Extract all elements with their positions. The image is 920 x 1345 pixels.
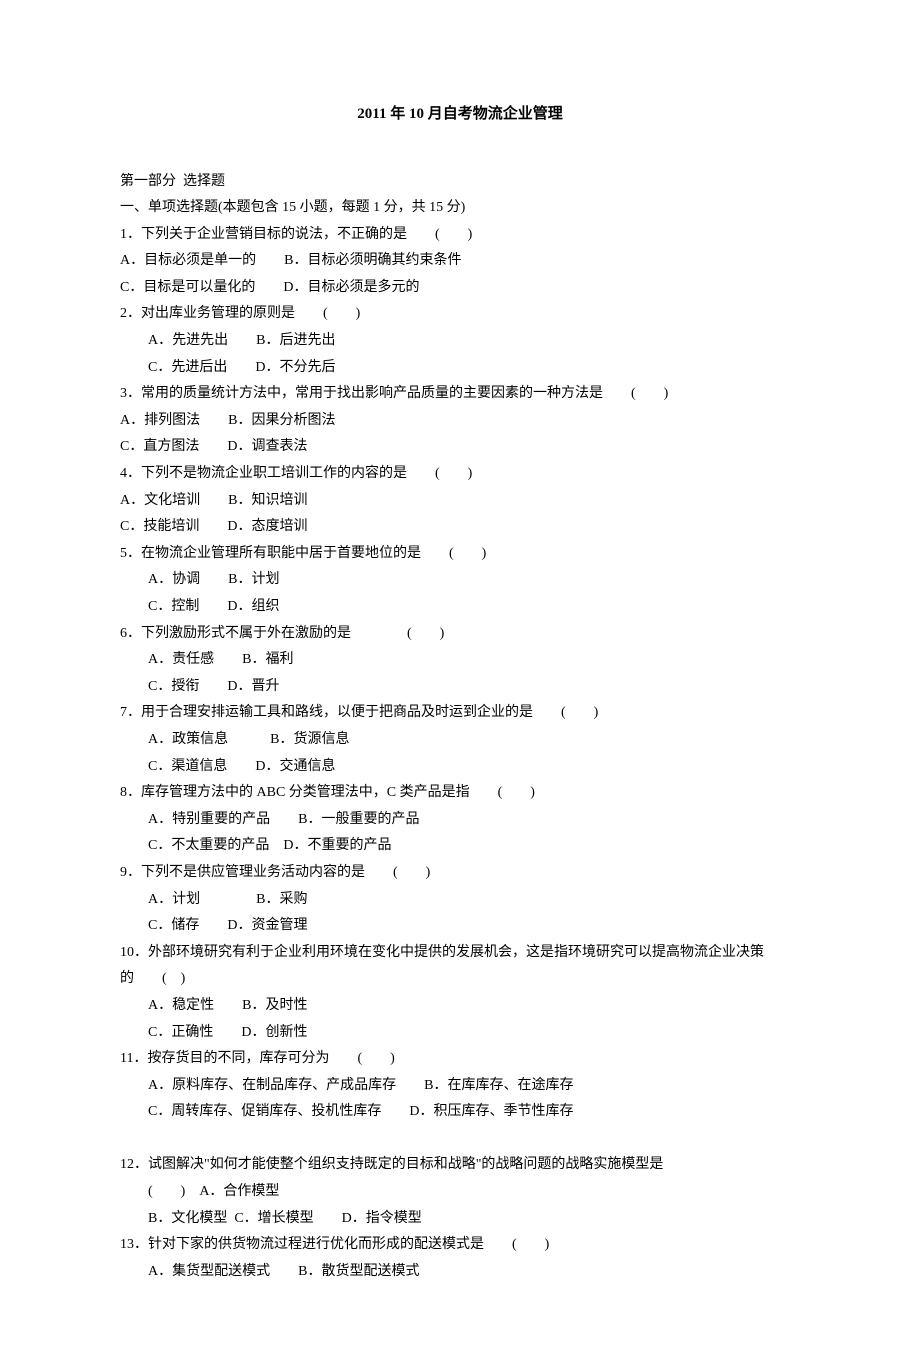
q7-opts-2: C．渠道信息 D．交通信息 [120, 754, 800, 781]
q13-opts-1: A．集货型配送模式 B．散货型配送模式 [120, 1259, 800, 1286]
spacer [120, 1126, 800, 1153]
q10-stem-1: 10．外部环境研究有利于企业利用环境在变化中提供的发展机会，这是指环境研究可以提… [120, 940, 800, 967]
q3-opts-2: C．直方图法 D．调查表法 [120, 434, 800, 461]
q8-opts-1: A．特别重要的产品 B．一般重要的产品 [120, 807, 800, 834]
q5-opts-2: C．控制 D．组织 [120, 594, 800, 621]
q7-stem: 7．用于合理安排运输工具和路线，以便于把商品及时运到企业的是 ( ) [120, 700, 800, 727]
q10-stem-2: 的 ( ) [120, 966, 800, 993]
q3-stem: 3．常用的质量统计方法中，常用于找出影响产品质量的主要因素的一种方法是 ( ) [120, 381, 800, 408]
section1-header: 一、单项选择题(本题包含 15 小题，每题 1 分，共 15 分) [120, 195, 800, 222]
q1-opts-1: A．目标必须是单一的 B．目标必须明确其约束条件 [120, 248, 800, 275]
q12-opts-1: ( ) A．合作模型 [120, 1179, 800, 1206]
q5-opts-1: A．协调 B．计划 [120, 567, 800, 594]
q8-stem: 8．库存管理方法中的 ABC 分类管理法中，C 类产品是指 ( ) [120, 780, 800, 807]
q4-stem: 4．下列不是物流企业职工培训工作的内容的是 ( ) [120, 461, 800, 488]
page-title: 2011 年 10 月自考物流企业管理 [120, 100, 800, 129]
q11-opts-1: A．原料库存、在制品库存、产成品库存 B．在库库存、在途库存 [120, 1073, 800, 1100]
q6-stem: 6．下列激励形式不属于外在激励的是 ( ) [120, 621, 800, 648]
q9-stem: 9．下列不是供应管理业务活动内容的是 ( ) [120, 860, 800, 887]
q11-stem: 11．按存货目的不同，库存可分为 ( ) [120, 1046, 800, 1073]
q6-opts-1: A．责任感 B．福利 [120, 647, 800, 674]
q10-opts-1: A．稳定性 B．及时性 [120, 993, 800, 1020]
q4-opts-1: A．文化培训 B．知识培训 [120, 488, 800, 515]
q7-opts-1: A．政策信息 B．货源信息 [120, 727, 800, 754]
q2-opts-2: C．先进后出 D．不分先后 [120, 355, 800, 382]
q12-opts-2: B．文化模型 C．增长模型 D．指令模型 [120, 1206, 800, 1233]
q1-stem: 1．下列关于企业营销目标的说法，不正确的是 ( ) [120, 222, 800, 249]
q8-opts-2: C．不太重要的产品 D．不重要的产品 [120, 833, 800, 860]
q3-opts-1: A．排列图法 B．因果分析图法 [120, 408, 800, 435]
part-header: 第一部分 选择题 [120, 169, 800, 196]
q13-stem: 13．针对下家的供货物流过程进行优化而形成的配送模式是 ( ) [120, 1232, 800, 1259]
q11-opts-2: C．周转库存、促销库存、投机性库存 D．积压库存、季节性库存 [120, 1099, 800, 1126]
q5-stem: 5．在物流企业管理所有职能中居于首要地位的是 ( ) [120, 541, 800, 568]
q10-opts-2: C．正确性 D．创新性 [120, 1020, 800, 1047]
q1-opts-2: C．目标是可以量化的 D．目标必须是多元的 [120, 275, 800, 302]
q12-stem: 12．试图解决"如何才能使整个组织支持既定的目标和战略"的战略问题的战略实施模型… [120, 1152, 800, 1179]
q2-stem: 2．对出库业务管理的原则是 ( ) [120, 301, 800, 328]
q9-opts-1: A．计划 B．采购 [120, 887, 800, 914]
q6-opts-2: C．授衔 D．晋升 [120, 674, 800, 701]
q9-opts-2: C．储存 D．资金管理 [120, 913, 800, 940]
q4-opts-2: C．技能培训 D．态度培训 [120, 514, 800, 541]
q2-opts-1: A．先进先出 B．后进先出 [120, 328, 800, 355]
